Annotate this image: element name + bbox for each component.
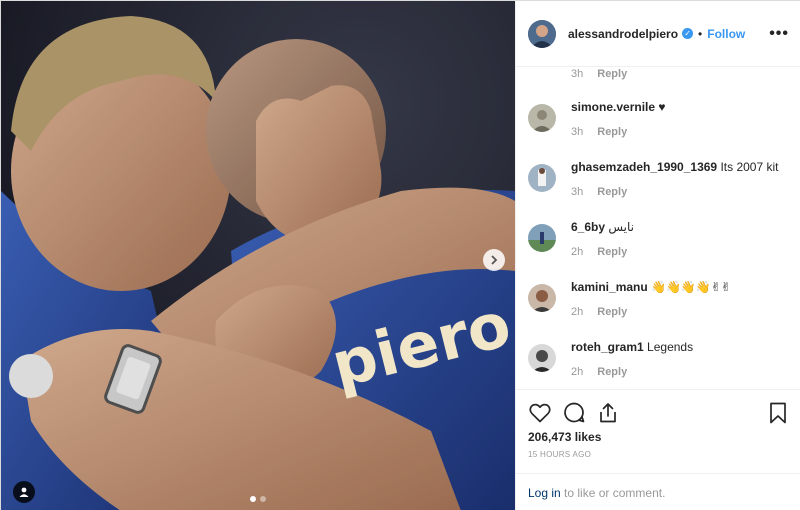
commenter-avatar-image [528, 344, 556, 372]
previous-comment-meta: 3h Reply [571, 67, 627, 81]
carousel-dot-1 [250, 496, 256, 502]
login-prompt: Log in to like or comment. [516, 473, 800, 510]
avatar[interactable] [528, 164, 556, 192]
instagram-post-window: piero alessandrodelpiero ✓ • Follow ••• … [0, 0, 800, 510]
reply-button[interactable]: Reply [597, 306, 627, 318]
list-item: simone.vernile ♥ 3h Reply [528, 100, 798, 160]
list-item: ghasemzadeh_1990_1369 Its 2007 kit 3h Rep… [528, 160, 798, 220]
commenter-avatar-image [528, 104, 556, 132]
comment-time: 2h [571, 246, 584, 258]
tagged-users-button[interactable] [13, 481, 35, 503]
comment-username[interactable]: simone.vernile [571, 100, 655, 114]
next-photo-button[interactable] [483, 249, 505, 271]
post-photo[interactable]: piero [1, 1, 515, 510]
author-avatar[interactable] [528, 19, 556, 48]
verified-badge-icon: ✓ [682, 28, 694, 39]
list-item: roteh_gram1 Legends 2h Reply [528, 340, 798, 389]
reply-button[interactable]: Reply [597, 186, 627, 198]
post-header: alessandrodelpiero ✓ • Follow ••• [516, 1, 800, 67]
chevron-right-icon [491, 255, 498, 265]
avatar[interactable] [528, 104, 556, 132]
separator-dot: • [698, 26, 703, 41]
comment-text: نایس [608, 220, 635, 234]
comment-time: 2h [571, 366, 584, 378]
commenter-avatar-image [528, 224, 556, 252]
author-username[interactable]: alessandrodelpiero [568, 27, 678, 41]
comment-text: ♥ [658, 100, 666, 114]
bookmark-icon[interactable] [766, 401, 790, 425]
share-icon[interactable] [596, 401, 620, 425]
comment-username[interactable]: roteh_gram1 [571, 340, 644, 354]
comments-list[interactable]: 3h Reply simone.vernile ♥ 3h Reply ghasem… [516, 67, 800, 389]
carousel-dot-2 [260, 496, 266, 502]
login-link[interactable]: Log in [528, 486, 561, 500]
heart-icon[interactable] [528, 401, 552, 425]
commenter-avatar-image [528, 284, 556, 312]
carousel-indicator [250, 496, 266, 502]
comment-time: 2h [571, 306, 584, 318]
post-sidebar: alessandrodelpiero ✓ • Follow ••• 3h Rep… [515, 1, 800, 510]
comment-icon[interactable] [562, 401, 586, 425]
reply-button[interactable]: Reply [597, 68, 627, 80]
login-prompt-text: to like or comment. [560, 486, 666, 500]
avatar[interactable] [528, 344, 556, 372]
post-timestamp: 15 HOURS AGO [528, 450, 592, 459]
reply-button[interactable]: Reply [597, 246, 627, 258]
avatar[interactable] [528, 284, 556, 312]
reply-button[interactable]: Reply [597, 366, 627, 378]
comment-time: 3h [571, 68, 584, 80]
post-actions: 206,473 likes 15 HOURS AGO [516, 389, 800, 459]
comment-text: Its 2007 kit [720, 160, 779, 174]
list-item: 6_6by نایس 2h Reply [528, 220, 798, 280]
comment-username[interactable]: ghasemzadeh_1990_1369 [571, 160, 717, 174]
reply-button[interactable]: Reply [597, 126, 627, 138]
commenter-avatar-image [528, 164, 556, 192]
comment-username[interactable]: kamini_manu [571, 280, 648, 294]
comment-username[interactable]: 6_6by [571, 220, 605, 234]
comment-text: Legends [647, 340, 694, 354]
likes-count[interactable]: 206,473 likes [516, 428, 800, 444]
avatar[interactable] [528, 224, 556, 252]
post-image: piero [1, 1, 515, 510]
list-item: kamini_manu 👋👋👋👋✌✌ 2h Reply [528, 280, 798, 340]
follow-button[interactable]: Follow [707, 27, 745, 41]
comment-time: 3h [571, 186, 584, 198]
avatar-image [528, 19, 556, 48]
user-tag-icon [19, 487, 29, 497]
more-options-button[interactable]: ••• [769, 25, 789, 43]
comment-time: 3h [571, 126, 584, 138]
comment-text: 👋👋👋👋✌✌ [651, 280, 731, 294]
action-bar [516, 390, 800, 428]
